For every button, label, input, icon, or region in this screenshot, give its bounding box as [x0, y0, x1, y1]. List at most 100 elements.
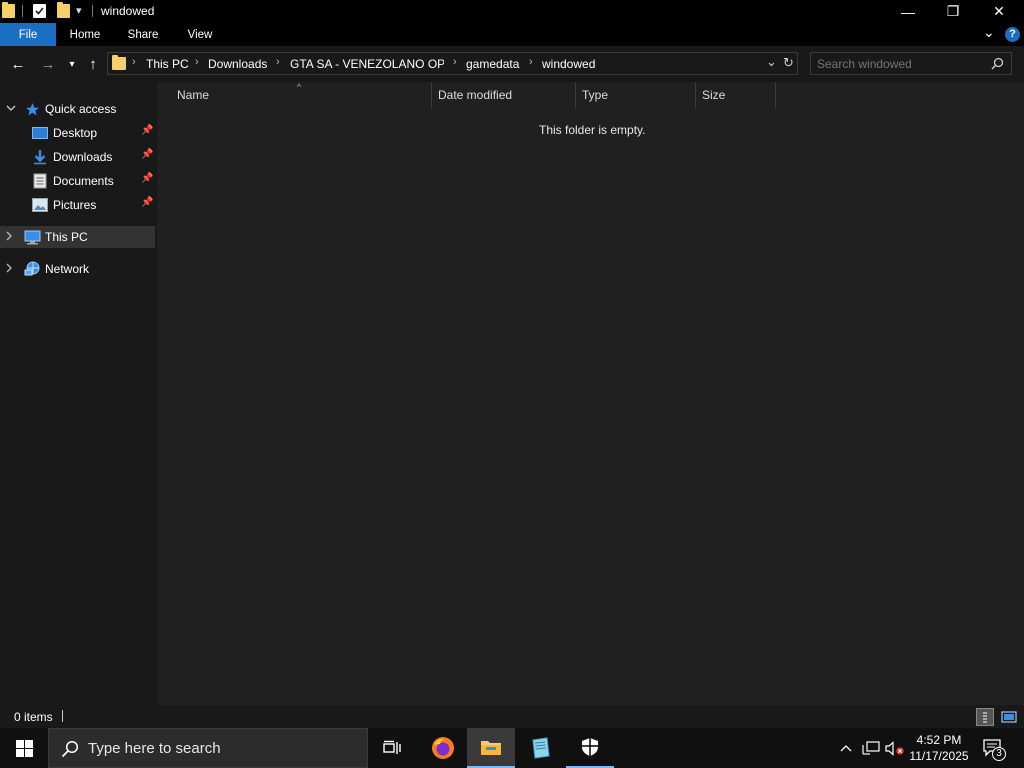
tab-home[interactable]: Home [60, 23, 110, 46]
breadcrumb-gta-folder[interactable]: GTA SA - VENEZOLANO OPTI [290, 57, 444, 71]
item-count: 0 items [14, 710, 53, 724]
breadcrumb-separator[interactable]: › [453, 56, 457, 68]
clock-time: 4:52 PM [916, 733, 962, 747]
pin-icon[interactable]: 📌 [141, 125, 153, 136]
breadcrumb-separator[interactable]: › [529, 56, 533, 68]
sidebar-item-label: This PC [45, 230, 88, 244]
ethernet-icon [862, 740, 880, 755]
sidebar-item-documents[interactable]: Documents 📌 [0, 170, 155, 192]
breadcrumb-separator[interactable]: › [276, 56, 280, 68]
column-label: Size [702, 88, 726, 102]
chevron-right-icon[interactable] [6, 231, 13, 241]
clock-date: 11/17/2025 [909, 749, 969, 763]
restore-button[interactable]: ❐ [930, 0, 976, 23]
search-box[interactable] [810, 52, 1012, 75]
search-input[interactable] [817, 56, 985, 71]
search-icon[interactable] [991, 57, 1004, 70]
help-icon[interactable]: ? [1005, 27, 1020, 42]
address-dropdown-icon[interactable]: ⌄ [766, 54, 777, 70]
taskbar-search-placeholder: Type here to search [88, 740, 221, 757]
document-icon [33, 173, 47, 189]
sidebar-item-network[interactable]: Network [0, 258, 155, 280]
forward-button[interactable]: → [38, 54, 58, 74]
chevron-down-icon[interactable] [6, 105, 16, 112]
breadcrumb-windowed[interactable]: windowed [542, 57, 595, 71]
details-view-button[interactable] [976, 708, 994, 726]
chevron-right-icon[interactable] [6, 263, 13, 273]
breadcrumb-separator[interactable]: › [195, 56, 199, 68]
pin-icon[interactable]: 📌 [141, 173, 153, 184]
window-title: windowed [101, 4, 155, 18]
folder-icon [112, 55, 126, 70]
ribbon-expand-icon[interactable]: ⌄ [983, 24, 995, 41]
column-header-size[interactable]: Size [695, 82, 775, 108]
pin-icon[interactable]: 📌 [141, 149, 153, 160]
navigation-pane: Quick access Desktop 📌 Downloads 📌 Docum… [0, 82, 157, 705]
show-hidden-icons-button[interactable] [836, 728, 856, 768]
notepad-icon [532, 737, 550, 759]
sidebar-item-label: Documents [53, 174, 114, 188]
firefox-icon [432, 737, 454, 759]
taskbar-app[interactable] [516, 728, 564, 768]
chevron-up-icon [840, 745, 852, 752]
search-icon [61, 740, 79, 758]
notification-count-badge: 3 [992, 747, 1006, 761]
task-view-button[interactable] [368, 728, 416, 768]
start-button[interactable] [0, 728, 48, 768]
column-header-name[interactable]: Name [170, 82, 431, 108]
sidebar-item-downloads[interactable]: Downloads 📌 [0, 146, 155, 168]
volume-muted-icon [885, 740, 904, 756]
pin-icon[interactable]: 📌 [141, 197, 153, 208]
file-explorer-icon [481, 741, 501, 755]
breadcrumb-separator[interactable]: › [132, 56, 136, 68]
customize-quick-access-icon[interactable]: ▾ [76, 4, 82, 17]
sidebar-item-desktop[interactable]: Desktop 📌 [0, 122, 155, 144]
volume-button[interactable] [884, 728, 906, 768]
pictures-icon [32, 198, 48, 212]
network-status-button[interactable] [860, 728, 882, 768]
folder-icon [2, 2, 15, 18]
tab-view[interactable]: View [176, 23, 224, 46]
sidebar-item-label: Desktop [53, 126, 98, 140]
tab-file[interactable]: File [0, 23, 56, 46]
taskbar: Type here to search 4:52 PM 11/17/2025 3 [0, 728, 1024, 768]
breadcrumb-this-pc[interactable]: This PC [146, 57, 189, 71]
taskbar-windows-security[interactable] [566, 728, 614, 768]
clock[interactable]: 4:52 PM 11/17/2025 [906, 728, 972, 768]
computer-icon [24, 230, 41, 245]
column-header-date-modified[interactable]: Date modified [431, 82, 575, 108]
up-button[interactable]: ↑ [83, 54, 103, 74]
taskbar-search-box[interactable]: Type here to search [48, 728, 368, 768]
sidebar-item-pictures[interactable]: Pictures 📌 [0, 194, 155, 216]
breadcrumb-downloads[interactable]: Downloads [208, 57, 267, 71]
taskbar-file-explorer[interactable] [467, 728, 515, 768]
new-folder-icon[interactable] [57, 2, 70, 18]
recent-locations-button[interactable]: ▾ [62, 54, 82, 74]
breadcrumb-gamedata[interactable]: gamedata [466, 57, 519, 71]
file-list: ^ Name Date modified Type Size This fold… [157, 82, 1024, 705]
divider [22, 5, 23, 17]
refresh-icon[interactable]: ↻ [783, 55, 794, 71]
minimize-button[interactable]: — [885, 0, 931, 23]
column-header-type[interactable]: Type [575, 82, 695, 108]
column-divider[interactable] [775, 82, 776, 108]
back-button[interactable]: ← [8, 54, 28, 74]
sidebar-item-label: Pictures [53, 198, 97, 212]
sidebar-item-quick-access[interactable]: Quick access [0, 98, 155, 120]
network-icon [24, 261, 40, 276]
action-center-button[interactable]: 3 [976, 728, 1010, 768]
address-bar[interactable]: › This PC › Downloads › GTA SA - VENEZOL… [107, 52, 798, 75]
tab-share[interactable]: Share [118, 23, 168, 46]
address-row: ← → ▾ ↑ › This PC › Downloads › GTA SA -… [0, 46, 1024, 82]
large-icons-view-button[interactable] [999, 708, 1019, 726]
divider [92, 5, 93, 17]
sidebar-item-label: Quick access [45, 102, 117, 116]
close-button[interactable]: ✕ [976, 0, 1022, 23]
sidebar-item-this-pc[interactable]: This PC [0, 226, 155, 248]
divider [62, 710, 63, 722]
sidebar-item-label: Network [45, 262, 90, 276]
taskbar-firefox[interactable] [419, 728, 467, 768]
desktop-icon [32, 127, 48, 139]
properties-icon[interactable] [33, 4, 46, 18]
title-bar: ▾ windowed — ❐ ✕ [0, 0, 1024, 23]
